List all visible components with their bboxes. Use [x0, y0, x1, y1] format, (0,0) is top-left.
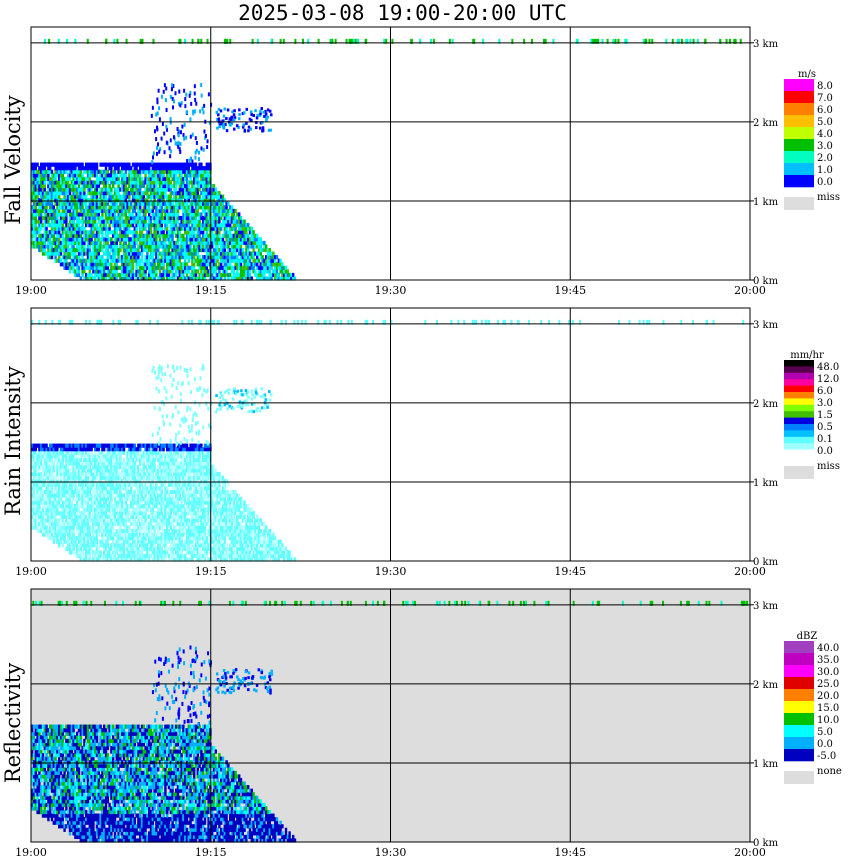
panel-2-colorbar-label: 1.5 — [817, 410, 833, 421]
panel-3-colorbar-swatch — [784, 665, 814, 678]
panel-2-colorbar-label: 6.0 — [817, 386, 833, 397]
panel-1-colorbar-label: 3.0 — [817, 141, 833, 152]
panel-2-ytick-label: 3 km — [753, 320, 779, 331]
panel-1-colorbar-label: 7.0 — [817, 93, 833, 104]
panel-2-colorbar-swatch — [784, 392, 814, 399]
panel-2-colorbar-swatch — [784, 404, 814, 412]
panel-1-ytick-label: 3 km — [753, 39, 779, 50]
panel-2-colorbar-swatch — [784, 417, 814, 425]
panel-1-xtick-label: 19:15 — [195, 284, 227, 297]
panel-1-colorbar-swatch — [784, 127, 814, 140]
panel-1-colorbar-swatch — [784, 151, 814, 164]
panel-2-colorbar-label: 0.0 — [817, 446, 833, 457]
panel-3-colorbar-swatch — [784, 737, 814, 750]
panel-2-colorbar-swatch — [784, 398, 814, 406]
panel-1-colorbar-swatch — [784, 91, 814, 104]
panel-1-colorbar-miss-swatch — [784, 197, 814, 210]
panel-1-colorbar-swatch — [784, 79, 814, 92]
panel-3-colorbar-label: 15.0 — [817, 703, 839, 714]
panel-3-xtick-label: 19:45 — [554, 846, 586, 859]
panel-1-colorbar-label: 8.0 — [817, 81, 833, 92]
panel-1-xtick-label: 19:00 — [15, 284, 47, 297]
panel-2-colorbar-swatch — [784, 379, 814, 386]
panel-2-colorbar-swatch — [784, 424, 814, 431]
panel-2-colorbar-miss-label: miss — [817, 461, 840, 472]
panel-1-colorbar-unit: m/s — [798, 69, 816, 80]
panel-2-colorbar-unit: mm/hr — [790, 350, 824, 361]
panel-1-xtick-label: 19:30 — [375, 284, 407, 297]
panel-3-xtick-label: 19:15 — [195, 846, 227, 859]
panel-1-colorbar-swatch — [784, 139, 814, 152]
panel-3-colorbar-swatch — [784, 677, 814, 690]
panel-3-xtick-label: 20:00 — [734, 846, 766, 859]
panel-3-xtick-label: 19:30 — [375, 846, 407, 859]
panel-2-xtick-label: 19:15 — [195, 565, 227, 578]
panel-2-colorbar-label: 48.0 — [817, 362, 839, 373]
panel-2-colorbar-miss-swatch — [784, 466, 814, 479]
panel-3-colorbar-unit: dBZ — [797, 631, 818, 642]
panel-3-colorbar-label: 25.0 — [817, 679, 839, 690]
panel-3-colorbar-label: 35.0 — [817, 655, 839, 666]
panel-3-colorbar-miss-swatch — [784, 771, 814, 784]
panel-2-xtick-label: 20:00 — [734, 565, 766, 578]
panel-2-colorbar-swatch — [784, 430, 814, 438]
panel-3-colorbar-swatch — [784, 713, 814, 726]
panel-3-colorbar-label: 20.0 — [817, 691, 839, 702]
panel-2-xtick-label: 19:45 — [554, 565, 586, 578]
panel-3-colorbar-label: 10.0 — [817, 715, 839, 726]
panel-1-xtick-label: 19:45 — [554, 284, 586, 297]
panel-1-colorbar-label: 4.0 — [817, 129, 833, 140]
panel-3-colorbar-swatch — [784, 725, 814, 738]
panel-2-colorbar-label: 0.5 — [817, 422, 833, 433]
panel-3-colorbar-swatch — [784, 701, 814, 714]
panel-1-colorbar-label: 6.0 — [817, 105, 833, 116]
panel-3-colorbar-swatch — [784, 653, 814, 666]
panel-2-xtick-label: 19:00 — [15, 565, 47, 578]
panel-3-xtick-label: 19:00 — [15, 846, 47, 859]
panel-1-colorbar-label: 1.0 — [817, 165, 833, 176]
panel-2-colorbar-swatch — [784, 366, 814, 374]
panel-1-colorbar-label: 5.0 — [817, 117, 833, 128]
panel-2-colorbar-swatch — [784, 385, 814, 393]
panel-2-colorbar-label: 3.0 — [817, 398, 833, 409]
panel-1-colorbar-swatch — [784, 163, 814, 176]
panel-2-colorbar-swatch — [784, 411, 814, 418]
panel-3-colorbar-swatch — [784, 641, 814, 654]
panel-1-colorbar-swatch — [784, 115, 814, 128]
panel-2-colorbar-label: 12.0 — [817, 374, 839, 385]
panel-2-ytick-label: 1 km — [753, 478, 779, 489]
panel-3-ytick-label: 1 km — [753, 759, 779, 770]
panel-3-colorbar-swatch — [784, 749, 814, 762]
panel-2-colorbar-swatch — [784, 449, 814, 457]
panel-1-colorbar-swatch — [784, 175, 814, 188]
panel-2-colorbar-label: 0.1 — [817, 434, 833, 445]
panel-1-colorbar-label: 0.0 — [817, 177, 833, 188]
panel-3-colorbar-label: 5.0 — [817, 727, 833, 738]
panel-3-colorbar-label: 0.0 — [817, 739, 833, 750]
panel-2-colorbar-swatch — [784, 436, 814, 444]
panel-3-colorbar-label: 40.0 — [817, 643, 839, 654]
panel-2-colorbar-swatch — [784, 443, 814, 450]
panel-2-colorbar-swatch — [784, 372, 814, 380]
panel-1-colorbar-miss-label: miss — [817, 192, 840, 203]
panel-2-ytick-label: 2 km — [753, 399, 779, 410]
panel-1-xtick-label: 20:00 — [734, 284, 766, 297]
panel-3-colorbar-label: 30.0 — [817, 667, 839, 678]
panel-3-colorbar-miss-label: none — [817, 766, 842, 777]
panel-3-ytick-label: 3 km — [753, 601, 779, 612]
panel-1-colorbar-label: 2.0 — [817, 153, 833, 164]
chart-canvas: 0 km1 km2 km3 km19:00 19:15 19:30 19:45 20:0… — [15, 26, 842, 859]
panel-1-colorbar-swatch — [784, 103, 814, 116]
panel-2-colorbar-swatch — [784, 360, 814, 367]
panel-1-ytick-label: 2 km — [753, 118, 779, 129]
panel-2-xtick-label: 19:30 — [375, 565, 407, 578]
panel-3-colorbar-swatch — [784, 689, 814, 702]
panel-3-ytick-label: 2 km — [753, 680, 779, 691]
panel-1-ytick-label: 1 km — [753, 197, 779, 208]
panel-3-colorbar-label: -5.0 — [817, 751, 836, 762]
